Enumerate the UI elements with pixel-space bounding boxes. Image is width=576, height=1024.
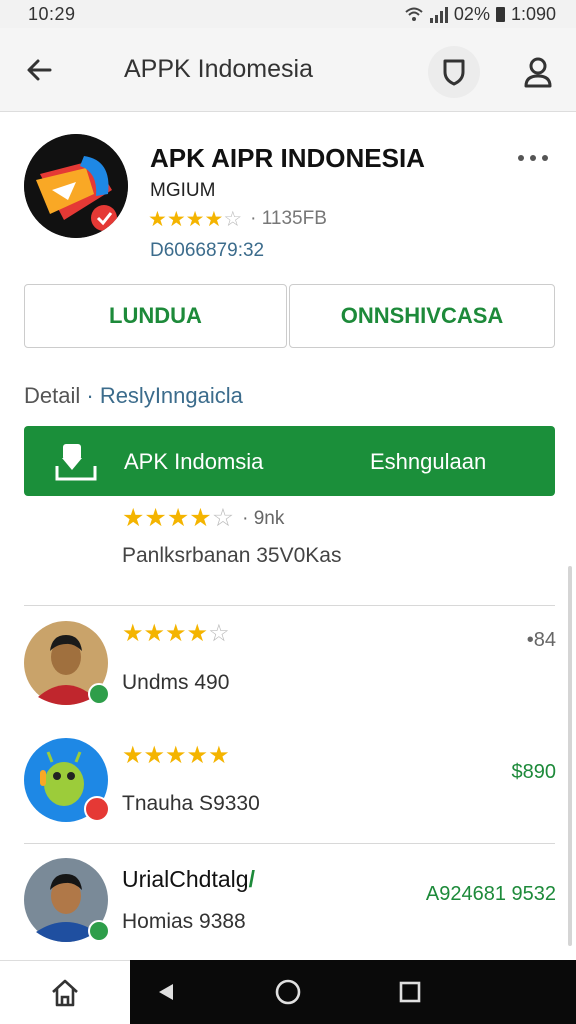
star-icon: ★ — [144, 504, 167, 532]
review-value: •84 — [526, 629, 556, 651]
scrollbar[interactable] — [568, 566, 572, 946]
star-icon: ★ — [186, 620, 209, 647]
star-icon: ★ — [148, 207, 167, 231]
status-clock: 1:090 — [510, 4, 556, 24]
avatar[interactable] — [24, 858, 110, 942]
review-name: UrialChdtalg/ — [122, 866, 255, 893]
section-heading: Detail · ReslyInngaicla — [24, 383, 243, 409]
star-icon: ★ — [189, 504, 212, 532]
review-stars: ★★★★★ — [122, 744, 230, 768]
divider — [24, 843, 555, 844]
review-name-text: UrialChdtalg — [122, 866, 249, 892]
install-bar-action[interactable]: Eshngulaan — [370, 449, 486, 475]
navigation-bar — [0, 960, 576, 1024]
review-name-mark: / — [248, 866, 255, 892]
app-size: · 1135FB — [250, 208, 327, 229]
wifi-icon — [405, 7, 423, 21]
nav-home-circle-icon[interactable] — [270, 974, 306, 1010]
star-icon: ★ — [143, 742, 166, 769]
star-icon: ☆ — [223, 207, 243, 231]
star-icon: ★ — [185, 207, 205, 231]
section-heading-label: Detail — [24, 383, 81, 408]
avatar-badge — [84, 796, 110, 822]
toolbar-title: APPK Indomesia — [124, 55, 313, 83]
section-heading-link[interactable]: · ReslyInngaicla — [86, 383, 243, 408]
battery-percent: 02% — [453, 4, 490, 24]
summary-rating: ★★★★☆ · 9nk — [122, 506, 284, 531]
star-icon: ☆ — [211, 504, 235, 532]
app-downloads: D6066879:32 — [150, 240, 265, 261]
download-icon — [55, 444, 97, 481]
back-arrow-icon[interactable] — [20, 50, 60, 90]
summary-count: · 9nk — [242, 507, 285, 529]
nav-recents-icon[interactable] — [392, 974, 428, 1010]
uninstall-button[interactable]: LUNDUA — [24, 284, 287, 348]
system-nav — [130, 960, 576, 1024]
status-time: 10:29 — [28, 4, 76, 24]
account-icon[interactable] — [518, 52, 558, 92]
star-icon: ★ — [122, 742, 144, 769]
star-icon: ★ — [122, 620, 144, 647]
app-icon — [24, 134, 128, 238]
star-icon: ★ — [186, 742, 209, 769]
app-title: APK AIPR INDONESIA — [150, 143, 425, 173]
star-icon: ★ — [122, 504, 145, 532]
review-name: Tnauha S9330 — [122, 792, 260, 815]
avatar[interactable] — [24, 621, 110, 705]
signal-icon — [429, 6, 448, 23]
star-icon: ★ — [143, 620, 166, 647]
star-icon: ★ — [166, 504, 190, 532]
review-subtitle: Homias 9388 — [122, 910, 246, 933]
avatar-badge — [88, 920, 110, 942]
install-bar[interactable]: APK Indomsia Eshngulaan — [24, 426, 555, 496]
summary-text: Panlksrbanan 35V0Kas — [122, 544, 342, 567]
star-icon: ★ — [208, 742, 230, 769]
nav-back-icon[interactable] — [148, 974, 184, 1010]
review-name: Undms 490 — [122, 671, 230, 694]
star-icon: ★ — [204, 207, 224, 231]
avatar[interactable] — [24, 738, 110, 822]
battery-icon — [495, 7, 505, 22]
overflow-menu-icon[interactable] — [518, 148, 558, 168]
app-rating-stars: ★★★★☆ — [148, 209, 242, 230]
status-icons: 02% 1:090 — [404, 4, 556, 25]
open-button[interactable]: ONNSHIVCASA — [289, 284, 555, 348]
review-stars: ★★★★☆ — [122, 622, 230, 646]
divider — [24, 605, 555, 606]
install-bar-label: APK Indomsia — [124, 449, 264, 474]
home-icon — [52, 979, 78, 1006]
avatar-badge — [88, 683, 110, 705]
toolbar: APPK Indomesia — [0, 28, 576, 112]
home-tab[interactable] — [0, 960, 130, 1024]
shield-icon — [443, 59, 465, 86]
shield-button[interactable] — [428, 46, 480, 98]
app-rating-row: ★★★★☆ · 1135FB — [148, 208, 327, 230]
review-value: $890 — [511, 761, 557, 783]
review-value: A924681 9532 — [425, 883, 556, 905]
status-bar: 10:29 02% 1:090 — [0, 0, 576, 28]
star-icon: ★ — [165, 742, 187, 769]
app-developer[interactable]: MGIUM — [150, 180, 215, 202]
star-icon: ★ — [166, 207, 186, 231]
summary-stars: ★★★★☆ — [122, 506, 234, 531]
star-icon: ★ — [165, 620, 187, 647]
star-icon: ☆ — [208, 620, 230, 647]
